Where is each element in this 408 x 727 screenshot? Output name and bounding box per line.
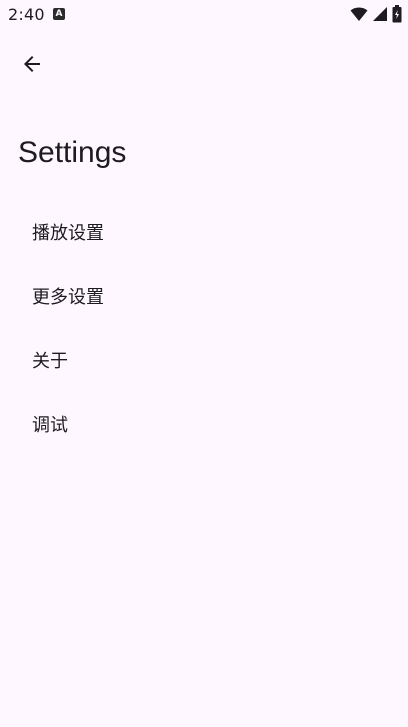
pref-item-label: 关于 (32, 351, 68, 372)
preference-list: 播放设置 更多设置 关于 调试 (0, 200, 408, 456)
notification-icon: A (53, 8, 65, 20)
signal-icon (373, 7, 387, 21)
pref-item-label: 调试 (32, 415, 68, 436)
status-icons (350, 5, 402, 23)
arrow-back-icon (24, 56, 40, 72)
pref-item-debug[interactable]: 调试 (0, 392, 408, 456)
pref-item-about[interactable]: 关于 (0, 328, 408, 392)
pref-item-more-settings[interactable]: 更多设置 (0, 264, 408, 328)
status-bar: 2:40 A (0, 0, 408, 28)
back-button[interactable] (10, 42, 54, 86)
pref-item-label: 播放设置 (32, 223, 104, 244)
battery-icon (392, 5, 402, 23)
pref-item-playback-settings[interactable]: 播放设置 (0, 200, 408, 264)
status-time: 2:40 (8, 5, 45, 24)
pref-item-label: 更多设置 (32, 287, 104, 308)
wifi-icon (350, 7, 368, 21)
top-app-bar (0, 36, 408, 92)
page-title: Settings (18, 136, 127, 169)
